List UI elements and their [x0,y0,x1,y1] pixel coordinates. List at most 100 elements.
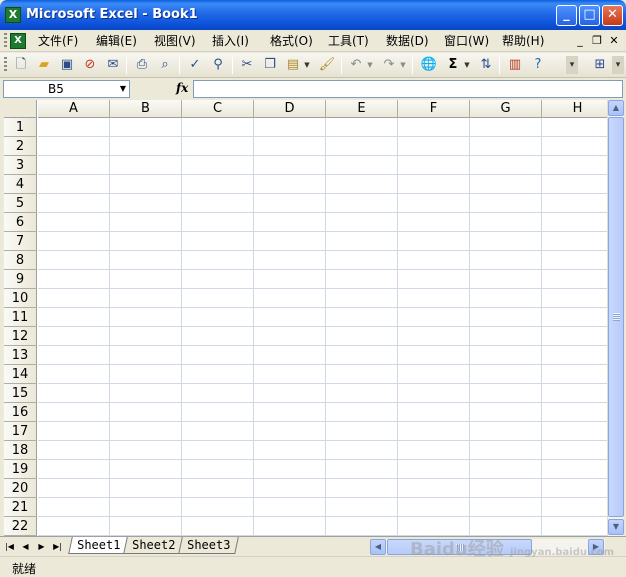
open-icon[interactable]: ▰ [35,56,53,74]
permission-icon[interactable]: ⊘ [81,56,99,74]
row-header[interactable]: 7 [4,232,37,251]
row-header[interactable]: 4 [4,175,37,194]
autosum-dropdown-icon[interactable]: ▼ [463,56,471,74]
column-header-c[interactable]: C [182,100,254,118]
menu-file[interactable]: 文件(F) [38,33,78,50]
email-icon[interactable]: ✉ [104,56,122,74]
row-header[interactable]: 1 [4,118,37,137]
status-text: 就绪 [12,562,37,576]
sheet-tab-label: Sheet2 [132,538,176,552]
menu-format[interactable]: 格式(O) [270,33,313,50]
help-icon[interactable]: ? [529,56,547,74]
window-title: Microsoft Excel - Book1 [26,7,198,22]
row-header[interactable]: 22 [4,517,37,536]
menu-insert[interactable]: 插入(I) [212,33,249,50]
maximize-button[interactable]: □ [579,5,600,26]
undo-dropdown-icon[interactable]: ▼ [366,56,374,74]
redo-icon[interactable]: ↷ [380,56,398,74]
cell-area[interactable] [38,118,607,536]
menu-data[interactable]: 数据(D) [386,33,429,50]
column-header-f[interactable]: F [398,100,470,118]
doc-restore-button[interactable]: ❐ [589,33,605,49]
row-header[interactable]: 3 [4,156,37,175]
name-box[interactable]: B5 ▼ [3,80,130,98]
menu-view[interactable]: 视图(V) [154,33,196,50]
menu-bar: X 文件(F) 编辑(E) 视图(V) 插入(I) 格式(O) 工具(T) 数据… [0,30,626,52]
sheet-tab-sheet1[interactable]: Sheet1 [68,537,130,554]
paste-icon[interactable]: ▤ [284,56,302,74]
watermark: Baidu经验 jingyan.baidu.com [410,535,614,561]
row-header[interactable]: 8 [4,251,37,270]
print-icon[interactable]: ⎙ [133,56,151,74]
sheet-tab-sheet3[interactable]: Sheet3 [178,537,240,554]
row-header[interactable]: 12 [4,327,37,346]
sheet-tab-sheet2[interactable]: Sheet2 [123,537,185,554]
row-header[interactable]: 15 [4,384,37,403]
spelling-icon[interactable]: ✓ [186,56,204,74]
next-sheet-icon[interactable]: ▶ [36,540,47,553]
menu-help[interactable]: 帮助(H) [502,33,544,50]
formatting-toolbar-icon[interactable]: ⊞ [591,56,609,74]
row-header[interactable]: 19 [4,460,37,479]
menu-tools[interactable]: 工具(T) [328,33,369,50]
cut-icon[interactable]: ✂ [238,56,256,74]
row-header[interactable]: 14 [4,365,37,384]
document-icon[interactable]: X [10,33,26,49]
column-header-b[interactable]: B [110,100,182,118]
excel-icon[interactable]: X [5,7,21,23]
paste-dropdown-icon[interactable]: ▼ [303,56,311,74]
prev-sheet-icon[interactable]: ◀ [20,540,31,553]
row-header[interactable]: 9 [4,270,37,289]
title-bar: X Microsoft Excel - Book1 _ □ ✕ [0,0,626,30]
scroll-up-icon[interactable]: ▲ [608,100,624,116]
row-header[interactable]: 11 [4,308,37,327]
select-all-corner[interactable] [4,100,37,118]
format-painter-icon[interactable]: 🖌 [318,56,336,74]
copy-icon[interactable]: ❐ [261,56,279,74]
row-header[interactable]: 5 [4,194,37,213]
vertical-scrollbar[interactable]: ▲ ▼ [607,100,624,536]
save-icon[interactable]: ▣ [58,56,76,74]
autosum-icon[interactable]: Σ [444,56,462,74]
redo-dropdown-icon[interactable]: ▼ [399,56,407,74]
row-header[interactable]: 16 [4,403,37,422]
row-header[interactable]: 20 [4,479,37,498]
doc-minimize-button[interactable]: _ [572,33,588,49]
minimize-button[interactable]: _ [556,5,577,26]
formula-input[interactable] [193,80,623,98]
hyperlink-icon[interactable]: 🌐 [420,56,438,74]
menu-grip[interactable] [4,33,7,49]
row-header[interactable]: 21 [4,498,37,517]
row-header[interactable]: 10 [4,289,37,308]
print-preview-icon[interactable]: ⌕ [156,56,174,74]
scroll-down-icon[interactable]: ▼ [608,519,624,535]
toolbar-grip[interactable] [4,57,7,73]
close-button[interactable]: ✕ [602,5,623,26]
first-sheet-icon[interactable]: |◀ [4,540,15,553]
chevron-down-icon[interactable]: ▼ [120,81,126,97]
insert-function-icon[interactable]: fx [176,81,188,95]
sort-ascending-icon[interactable]: ⇅ [477,56,495,74]
chart-wizard-icon[interactable]: ▥ [506,56,524,74]
row-header[interactable]: 18 [4,441,37,460]
new-icon[interactable]: 🗋 [12,56,30,74]
row-header[interactable]: 17 [4,422,37,441]
column-header-e[interactable]: E [326,100,398,118]
undo-icon[interactable]: ↶ [347,56,365,74]
vertical-scroll-thumb[interactable] [608,117,624,517]
scroll-left-icon[interactable]: ◀ [370,539,386,555]
column-header-a[interactable]: A [38,100,110,118]
column-header-d[interactable]: D [254,100,326,118]
column-header-g[interactable]: G [470,100,542,118]
row-header[interactable]: 2 [4,137,37,156]
toolbar-options-icon[interactable]: ▾ [612,56,624,74]
row-header[interactable]: 13 [4,346,37,365]
last-sheet-icon[interactable]: ▶| [52,540,63,553]
menu-window[interactable]: 窗口(W) [444,33,489,50]
menu-edit[interactable]: 编辑(E) [96,33,137,50]
toolbar-options-icon[interactable]: ▾ [566,56,578,74]
research-icon[interactable]: ⚲ [209,56,227,74]
doc-close-button[interactable]: ✕ [606,33,622,49]
row-header[interactable]: 6 [4,213,37,232]
column-header-h[interactable]: H [542,100,607,118]
